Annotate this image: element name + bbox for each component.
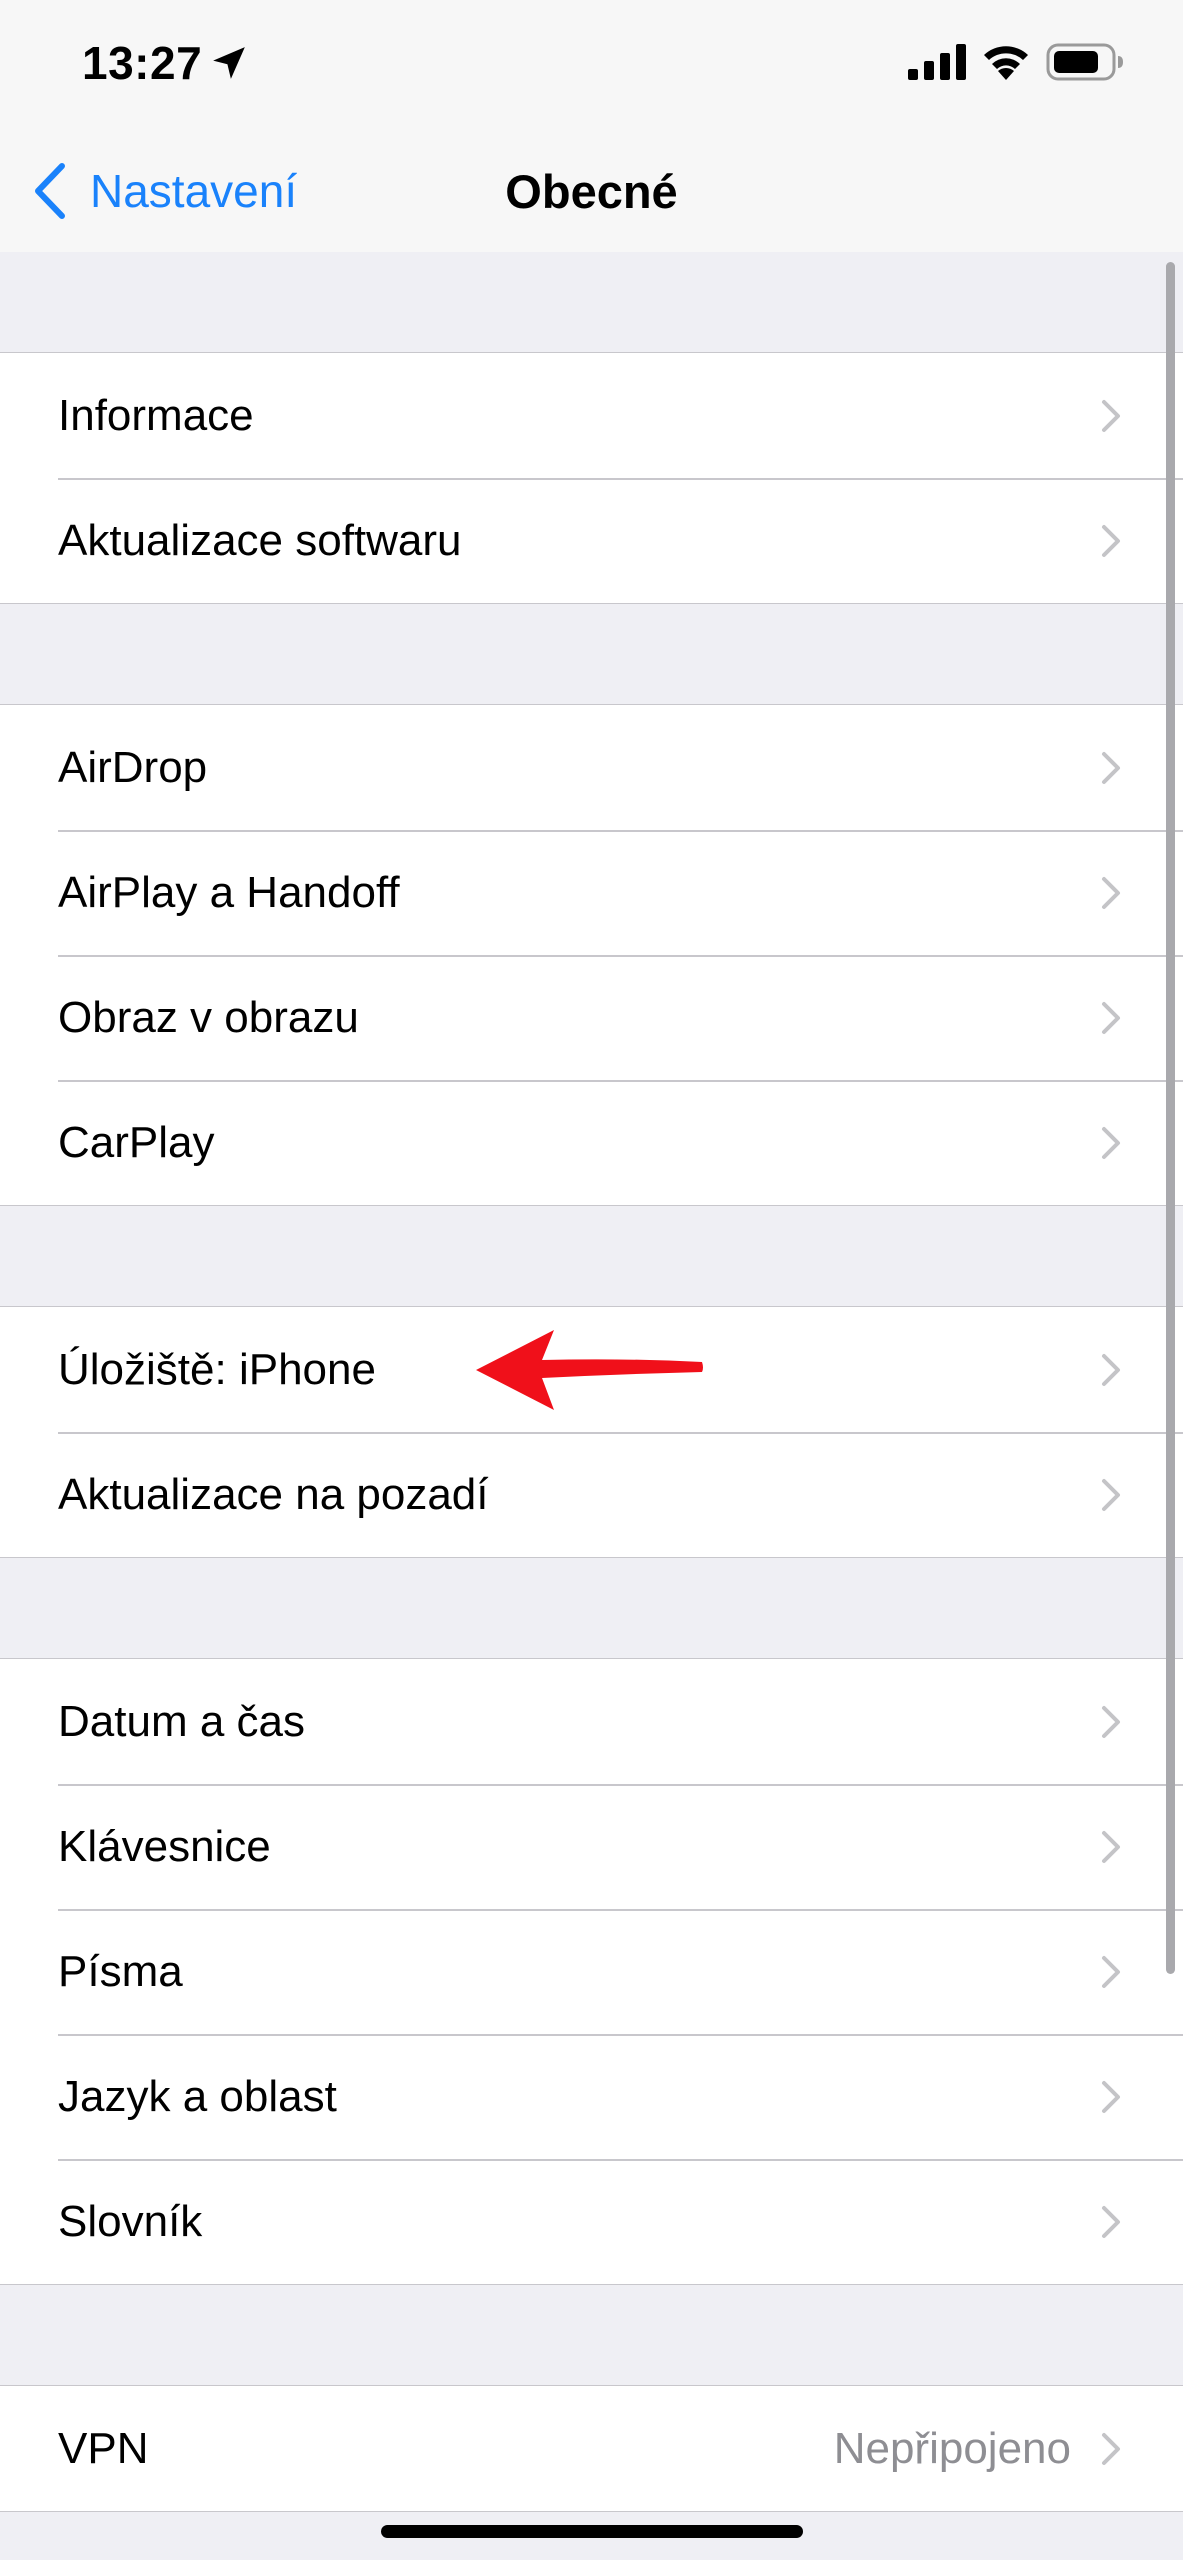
home-indicator[interactable]	[381, 2525, 803, 2538]
row-label: AirPlay a Handoff	[58, 867, 400, 917]
chevron-right-icon	[1102, 1955, 1120, 1988]
settings-group-locale: Datum a čas Klávesnice Písma Jazyk a obl…	[0, 1658, 1183, 2285]
chevron-right-icon	[1102, 524, 1120, 557]
chevron-right-icon	[1102, 2432, 1120, 2465]
settings-group-connectivity: AirDrop AirPlay a Handoff Obraz v obrazu…	[0, 704, 1183, 1206]
chevron-right-icon	[1102, 2080, 1120, 2113]
cellular-signal-icon	[908, 44, 966, 80]
row-label: Datum a čas	[58, 1696, 305, 1746]
row-language-region[interactable]: Jazyk a oblast	[0, 2034, 1183, 2159]
red-arrow-annotation-icon	[476, 1330, 703, 1410]
settings-group-vpn: VPN Nepřipojeno	[0, 2385, 1183, 2512]
row-label: Aktualizace na pozadí	[58, 1469, 489, 1519]
page-title: Obecné	[505, 165, 678, 218]
row-airdrop[interactable]: AirDrop	[0, 705, 1183, 830]
row-label: CarPlay	[58, 1117, 215, 1167]
row-carplay[interactable]: CarPlay	[0, 1080, 1183, 1205]
row-label: Aktualizace softwaru	[58, 515, 462, 565]
chevron-right-icon	[1102, 399, 1120, 432]
chevron-right-icon	[1102, 751, 1120, 784]
row-label: Úložiště: iPhone	[58, 1344, 376, 1394]
row-background-refresh[interactable]: Aktualizace na pozadí	[0, 1432, 1183, 1557]
settings-general-screen: 13:27 Nastavení Obecné Informace Aktuali…	[0, 0, 1183, 2560]
section-gap	[0, 2285, 1183, 2385]
battery-icon	[1046, 43, 1123, 81]
row-label: VPN	[58, 2423, 149, 2473]
wifi-icon	[984, 46, 1028, 80]
chevron-right-icon	[1102, 1830, 1120, 1863]
row-keyboard[interactable]: Klávesnice	[0, 1784, 1183, 1909]
row-label: Obraz v obrazu	[58, 992, 359, 1042]
chevron-right-icon	[1102, 1126, 1120, 1159]
status-time: 13:27	[82, 37, 203, 89]
row-label: Jazyk a oblast	[58, 2071, 337, 2121]
settings-group-about: Informace Aktualizace softwaru	[0, 352, 1183, 604]
navigation-bar: Nastavení Obecné	[0, 130, 1183, 253]
row-software-update[interactable]: Aktualizace softwaru	[0, 478, 1183, 603]
row-date-time[interactable]: Datum a čas	[0, 1659, 1183, 1784]
section-gap	[0, 1558, 1183, 1658]
row-fonts[interactable]: Písma	[0, 1909, 1183, 2034]
vpn-status-value: Nepřipojeno	[833, 2423, 1071, 2473]
row-dictionary[interactable]: Slovník	[0, 2159, 1183, 2284]
row-picture-in-picture[interactable]: Obraz v obrazu	[0, 955, 1183, 1080]
chevron-right-icon	[1102, 876, 1120, 909]
section-gap	[0, 604, 1183, 704]
row-label: AirDrop	[58, 742, 208, 792]
chevron-right-icon	[1102, 1353, 1120, 1386]
chevron-right-icon	[1102, 1705, 1120, 1738]
row-airplay-handoff[interactable]: AirPlay a Handoff	[0, 830, 1183, 955]
section-gap	[0, 252, 1183, 352]
section-gap	[0, 1206, 1183, 1306]
row-vpn[interactable]: VPN Nepřipojeno	[0, 2386, 1183, 2511]
row-label: Informace	[58, 390, 254, 440]
chevron-right-icon	[1102, 2205, 1120, 2238]
status-bar: 13:27	[0, 0, 1183, 130]
row-label: Slovník	[58, 2196, 203, 2246]
chevron-right-icon	[1102, 1001, 1120, 1034]
row-informace[interactable]: Informace	[0, 353, 1183, 478]
location-arrow-icon	[213, 47, 245, 79]
row-label: Klávesnice	[58, 1821, 271, 1871]
scroll-indicator[interactable]	[1166, 262, 1175, 1974]
chevron-right-icon	[1102, 1478, 1120, 1511]
row-label: Písma	[58, 1946, 183, 1996]
